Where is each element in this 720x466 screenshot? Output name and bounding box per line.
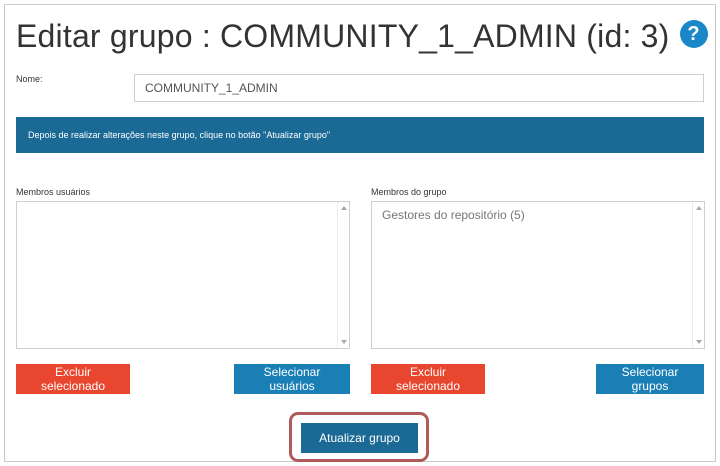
help-icon[interactable]: ?	[679, 20, 708, 48]
name-label: Nome:	[16, 74, 43, 84]
group-members-listbox[interactable]: Gestores do repositório (5)	[371, 201, 705, 349]
members-users-label: Membros usuários	[16, 187, 91, 197]
group-members-label: Membros do grupo	[371, 187, 447, 197]
members-users-listbox[interactable]	[16, 201, 350, 349]
title-row: Editar grupo : COMMUNITY_1_ADMIN (id: 3)…	[16, 16, 708, 56]
delete-selected-groups-button[interactable]: Excluir selecionado	[371, 364, 485, 394]
group-members-scrollbar[interactable]	[692, 202, 704, 348]
members-users-scrollbar[interactable]	[337, 202, 349, 348]
select-groups-button[interactable]: Selecionar grupos	[596, 364, 704, 394]
name-input[interactable]	[134, 74, 704, 102]
update-button-highlight	[289, 412, 429, 462]
delete-selected-users-button[interactable]: Excluir selecionado	[16, 364, 130, 394]
info-banner: Depois de realizar alterações neste grup…	[16, 117, 704, 153]
scroll-down-icon[interactable]	[341, 340, 347, 344]
scroll-up-icon[interactable]	[341, 206, 347, 210]
list-item[interactable]: Gestores do repositório (5)	[372, 202, 704, 228]
page-title: Editar grupo : COMMUNITY_1_ADMIN (id: 3)	[16, 18, 670, 54]
info-banner-text: Depois de realizar alterações neste grup…	[28, 130, 331, 140]
select-users-button[interactable]: Selecionar usuários	[234, 364, 350, 394]
scroll-up-icon[interactable]	[696, 206, 702, 210]
scroll-down-icon[interactable]	[696, 340, 702, 344]
